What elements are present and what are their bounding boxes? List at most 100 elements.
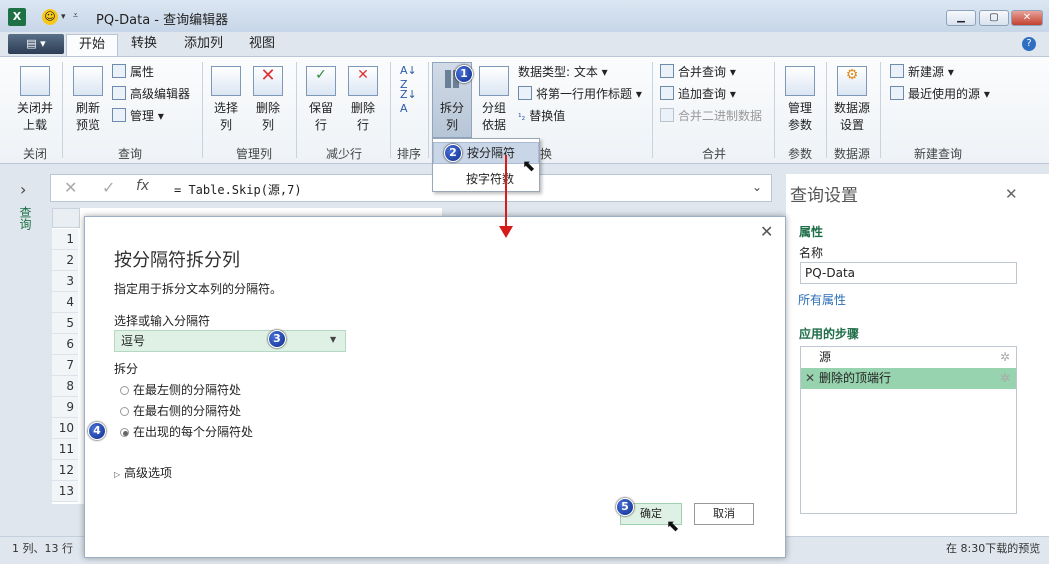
- tab-view[interactable]: 视图: [237, 34, 287, 56]
- group-by-label: 分组 依据: [481, 101, 506, 132]
- choose-columns-label: 选择 列: [213, 101, 238, 132]
- manage-parameters-button[interactable]: 管理 参数: [780, 66, 820, 134]
- formula-input[interactable]: = Table.Skip(源,7): [174, 181, 302, 198]
- ribbon-separator: [296, 62, 297, 158]
- step-removed-top-rows[interactable]: ✕ 删除的顶端行 ✲: [801, 368, 1016, 389]
- all-properties-link[interactable]: 所有属性: [798, 291, 846, 308]
- excel-app-icon[interactable]: X: [8, 8, 26, 26]
- properties-button[interactable]: 属性: [112, 62, 154, 82]
- fx-icon[interactable]: fx: [136, 178, 149, 194]
- row-number: 13: [52, 481, 78, 502]
- refresh-preview-button[interactable]: 刷新 预览: [66, 66, 110, 134]
- minimize-button[interactable]: ▁: [946, 10, 976, 26]
- step-source[interactable]: 源 ✲: [801, 347, 1016, 368]
- remove-columns-icon: ✕: [253, 66, 283, 96]
- merge-icon: [660, 64, 674, 78]
- delete-step-icon[interactable]: ✕: [805, 368, 815, 389]
- radio-left-most[interactable]: 在最左侧的分隔符处: [120, 380, 241, 400]
- cancel-button[interactable]: 取消: [694, 503, 754, 525]
- dialog-close-icon[interactable]: ✕: [760, 222, 773, 241]
- data-source-settings-button[interactable]: ⚙ 数据源 设置: [830, 66, 874, 134]
- close-settings-icon[interactable]: ✕: [1005, 185, 1018, 203]
- step-settings-gear-icon[interactable]: ✲: [1000, 347, 1010, 368]
- advanced-editor-button[interactable]: 高级编辑器: [112, 84, 190, 104]
- step-settings-gear-icon[interactable]: ✲: [1000, 368, 1010, 389]
- dialog-description: 指定用于拆分文本列的分隔符。: [114, 282, 283, 296]
- formula-expand-chevron-icon[interactable]: ⌄: [752, 180, 762, 194]
- radio-each-occurrence[interactable]: 在出现的每个分隔符处: [120, 422, 253, 442]
- keep-rows-label: 保留 行: [308, 101, 333, 132]
- remove-rows-button[interactable]: ✕ 删除 行: [344, 66, 382, 134]
- group-label-sort: 排序: [396, 147, 421, 161]
- delimiter-select[interactable]: 逗号: [114, 330, 346, 352]
- properties-heading: 属性: [799, 225, 824, 239]
- recent-sources-button[interactable]: 最近使用的源 ▾: [890, 84, 990, 104]
- step-badge-4: 4: [88, 422, 106, 440]
- data-source-settings-label: 数据源 设置: [833, 101, 870, 132]
- smiley-feedback-icon[interactable]: ☺: [42, 9, 58, 25]
- step-label: 源: [819, 350, 832, 364]
- new-source-button[interactable]: 新建源 ▾: [890, 62, 954, 82]
- chevron-down-icon[interactable]: ▾: [61, 12, 66, 22]
- row-number: 1: [52, 229, 78, 250]
- merge-queries-button[interactable]: 合并查询 ▾: [660, 62, 736, 82]
- radio-button[interactable]: [120, 386, 129, 395]
- properties-icon: [112, 64, 126, 78]
- confirm-formula-icon[interactable]: ✓: [102, 178, 115, 197]
- table-menu-icon[interactable]: [52, 208, 80, 228]
- row-number: 12: [52, 460, 78, 481]
- tab-add-column[interactable]: 添加列: [172, 34, 235, 56]
- new-source-icon: [890, 64, 904, 78]
- ribbon-separator: [652, 62, 653, 158]
- tab-home[interactable]: 开始: [66, 34, 119, 56]
- recent-sources-icon: [890, 86, 904, 100]
- close-and-load-button[interactable]: 关闭并 上载: [12, 66, 58, 134]
- data-type-dropdown[interactable]: 数据类型: 文本 ▾: [518, 62, 608, 82]
- advanced-editor-label: 高级编辑器: [130, 87, 191, 101]
- mouse-cursor-icon: ⬉: [666, 516, 680, 535]
- help-icon[interactable]: ?: [1022, 37, 1036, 51]
- ribbon-separator: [390, 62, 391, 158]
- manage-button[interactable]: 管理 ▾: [112, 106, 164, 126]
- queries-nav-label[interactable]: 查询: [17, 206, 34, 230]
- file-tab[interactable]: ▤ ▾: [8, 34, 64, 54]
- cancel-formula-icon[interactable]: ✕: [64, 178, 77, 197]
- choose-columns-button[interactable]: 选择 列: [208, 66, 244, 134]
- advanced-editor-icon: [112, 86, 126, 100]
- append-queries-button[interactable]: 追加查询 ▾: [660, 84, 736, 104]
- step-badge-1: 1: [455, 65, 473, 83]
- group-by-button[interactable]: 分组 依据: [478, 66, 510, 134]
- group-label-query: 查询: [117, 147, 142, 161]
- maximize-button[interactable]: ▢: [979, 10, 1009, 26]
- replace-values-button[interactable]: ¹₂ 替换值: [518, 106, 565, 126]
- query-name-input[interactable]: PQ-Data: [800, 262, 1017, 284]
- refresh-icon: [73, 66, 103, 96]
- keep-rows-button[interactable]: ✓ 保留 行: [302, 66, 340, 134]
- keep-rows-icon: ✓: [306, 66, 336, 96]
- expand-queries-chevron-icon[interactable]: ›: [20, 180, 26, 199]
- manage-label: 管理: [130, 109, 155, 123]
- advanced-options-toggle[interactable]: ▷ 高级选项: [114, 464, 172, 481]
- append-queries-label: 追加查询: [678, 87, 727, 101]
- row-number: 11: [52, 439, 78, 460]
- radio-button[interactable]: [120, 407, 129, 416]
- sort-descending-icon[interactable]: Z↓ A: [400, 88, 417, 116]
- split-at-label: 拆分: [114, 362, 139, 376]
- row-number: 5: [52, 313, 78, 334]
- close-window-button[interactable]: ✕: [1011, 10, 1043, 26]
- mouse-cursor-icon: ⬉: [522, 156, 536, 175]
- tab-transform[interactable]: 转换: [119, 34, 169, 56]
- quick-access-menu-icon[interactable]: ⩡: [73, 11, 78, 21]
- radio-button-selected[interactable]: [120, 428, 129, 437]
- ribbon-separator: [826, 62, 827, 158]
- radio-right-most[interactable]: 在最右侧的分隔符处: [120, 401, 241, 421]
- row-number: 6: [52, 334, 78, 355]
- chevron-down-icon[interactable]: ▼: [330, 335, 336, 344]
- remove-columns-button[interactable]: ✕ 删除 列: [250, 66, 286, 134]
- first-row-header-label: 将第一行用作标题: [536, 87, 633, 101]
- window-title: PQ-Data - 查询编辑器: [96, 13, 229, 28]
- use-first-row-headers-button[interactable]: 将第一行用作标题 ▾: [518, 84, 642, 104]
- group-label-combine: 合并: [701, 147, 726, 161]
- row-number: 4: [52, 292, 78, 313]
- step-badge-5: 5: [616, 498, 634, 516]
